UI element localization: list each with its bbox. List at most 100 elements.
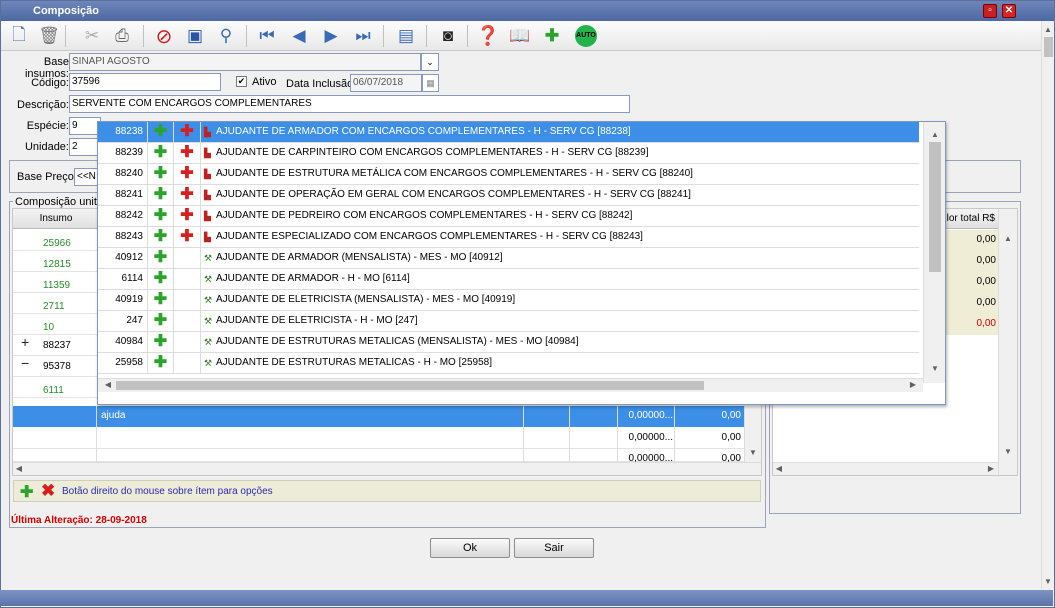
popup-row[interactable]: 88238 ✚ ✚ ▙ AJUDANTE DE ARMADOR COM ENCARGOS… [98, 122, 919, 143]
popup-row-description: AJUDANTE DE ARMADOR (MENSALISTA) - MES -… [216, 252, 503, 263]
popup-row-code: 247 [98, 311, 148, 331]
ok-button[interactable]: Ok [430, 538, 510, 558]
print-icon[interactable]: ⎙ [109, 23, 135, 49]
add-icon[interactable]: ✚ [148, 332, 174, 352]
collapse-icon[interactable]: − [21, 353, 29, 373]
popup-row[interactable]: 88239 ✚ ✚ ▙ AJUDANTE DE CARPINTEIRO COM ENCA… [98, 143, 919, 164]
popup-row-description: AJUDANTE DE PEDREIRO COM ENCARGOS COMPLE… [216, 210, 633, 221]
composition-icon [174, 353, 201, 373]
popup-row[interactable]: 88241 ✚ ✚ ▙ AJUDANTE DE OPERAÇÃO EM GERAL CO… [98, 185, 919, 206]
previous-icon[interactable]: ◀ [286, 23, 312, 49]
popup-vscroll[interactable]: ▲ ▼ [923, 122, 945, 383]
insumo-row[interactable]: 25966 [13, 230, 99, 251]
cancel-icon[interactable]: ⊘ [151, 23, 177, 49]
calendar-icon[interactable]: ▦ [422, 74, 439, 92]
popup-row[interactable]: 6114 ✚ ⚒ AJUDANTE DE ARMADOR - H - MO [6114… [98, 269, 919, 290]
add-package-icon[interactable]: ✚ [539, 23, 565, 49]
minimize-icon[interactable]: ▫ [983, 4, 997, 18]
run-icon[interactable]: ✂ [79, 23, 105, 49]
hint-text: Botão direito do mouse sobre ítem para o… [62, 486, 273, 497]
popup-row-code: 88242 [98, 206, 148, 226]
add-icon[interactable]: ✚ [148, 185, 174, 205]
book-icon[interactable]: 📖 [507, 23, 533, 49]
popup-row[interactable]: 40912 ✚ ⚒ AJUDANTE DE ARMADOR (MENSALISTA) … [98, 248, 919, 269]
remove-icon[interactable]: ✖ [41, 481, 55, 501]
grid-hscroll[interactable]: ◀ [13, 462, 761, 475]
composition-icon: ✚ [174, 227, 201, 247]
add-icon[interactable]: ✚ [148, 248, 174, 268]
insumo-row[interactable]: 12815 [13, 251, 99, 272]
add-icon[interactable]: ✚ [148, 290, 174, 310]
add-icon[interactable]: ✚ [148, 122, 174, 142]
popup-hscroll[interactable]: ◀ ▶ [98, 378, 923, 392]
right-hscroll[interactable]: ◀ ▶ [773, 462, 998, 475]
ativo-checkbox[interactable]: ✔ [236, 76, 247, 87]
composition-type-icon: ▙ [204, 232, 211, 242]
window-vscroll[interactable]: ▲ ▼ [1041, 21, 1054, 589]
selected-row-qty: 0,00000... [628, 410, 673, 421]
add-icon[interactable]: ✚ [148, 206, 174, 226]
insumo-row[interactable]: 6111 [13, 377, 99, 398]
help-icon[interactable]: ❓ [475, 23, 501, 49]
window-titlebar: Composição ▫ ✕ [1, 1, 1054, 21]
insumo-row[interactable]: − 95378 [13, 353, 99, 377]
calculator-icon[interactable]: ▤ [393, 23, 419, 49]
popup-row-code: 88240 [98, 164, 148, 184]
add-icon[interactable]: ✚ [20, 482, 33, 502]
insumo-row[interactable]: 11359 [13, 272, 99, 293]
popup-row[interactable]: 88242 ✚ ✚ ▙ AJUDANTE DE PEDREIRO COM ENCARGO… [98, 206, 919, 227]
composition-type-icon: ▙ [204, 190, 211, 200]
insumo-row[interactable]: 2711 [13, 293, 99, 314]
composition-type-icon: ▙ [204, 127, 211, 137]
insumo-code: 6111 [43, 385, 64, 396]
popup-row[interactable]: 40919 ✚ ⚒ AJUDANTE DE ELETRICISTA (MENSALIS… [98, 290, 919, 311]
expand-icon[interactable]: + [21, 332, 29, 352]
auto-icon[interactable]: AUTO [573, 23, 599, 49]
chevron-down-icon[interactable]: ⌄ [421, 53, 439, 71]
popup-row[interactable]: 88240 ✚ ✚ ▙ AJUDANTE DE ESTRUTURA METÁLICA C… [98, 164, 919, 185]
add-icon[interactable]: ✚ [148, 269, 174, 289]
close-icon[interactable]: ✕ [1002, 4, 1016, 18]
add-icon[interactable]: ✚ [148, 227, 174, 247]
camera-icon[interactable]: ◙ [435, 23, 461, 49]
right-vscroll[interactable]: ▲ ▼ [998, 209, 1017, 475]
popup-row-description: AJUDANTE ESPECIALIZADO COM ENCARGOS COMP… [216, 231, 643, 242]
trash-icon[interactable]: 🗑 [36, 23, 62, 49]
worker-icon: ⚒ [204, 358, 213, 368]
add-icon[interactable]: ✚ [148, 164, 174, 184]
sair-button[interactable]: Sair [514, 538, 594, 558]
popup-row-code: 88241 [98, 185, 148, 205]
last-icon[interactable]: ⏭ [350, 23, 376, 49]
grid-vscroll[interactable]: ▼ [744, 406, 761, 462]
descricao-input[interactable]: SERVENTE COM ENCARGOS COMPLEMENTARES [69, 95, 630, 113]
row-value: 0,00 [721, 453, 741, 462]
composition-icon [174, 248, 201, 268]
popup-row-code: 40912 [98, 248, 148, 268]
search-icon[interactable]: ⚲ [213, 23, 239, 49]
save-icon[interactable]: ▣ [182, 23, 208, 49]
selected-row-text: ajuda [101, 410, 126, 421]
composition-icon: ✚ [174, 206, 201, 226]
next-icon[interactable]: ▶ [318, 23, 344, 49]
unidade-label: Unidade: [24, 141, 69, 153]
composition-type-icon: ▙ [204, 211, 211, 221]
row-qty: 0,00000... [628, 432, 673, 443]
popup-row-description: AJUDANTE DE ELETRICISTA (MENSALISTA) - M… [216, 294, 516, 305]
codigo-input[interactable]: 37596 [69, 73, 221, 91]
ativo-label: Ativo [252, 76, 277, 88]
new-document-icon[interactable]: 🗋 [6, 23, 32, 49]
add-icon[interactable]: ✚ [148, 311, 174, 331]
worker-icon: ⚒ [204, 253, 213, 263]
popup-row[interactable]: 25958 ✚ ⚒ AJUDANTE DE ESTRUTURAS METALICAS … [98, 353, 919, 374]
add-icon[interactable]: ✚ [148, 353, 174, 373]
composition-icon: ✚ [174, 122, 201, 142]
popup-row[interactable]: 88243 ✚ ✚ ▙ AJUDANTE ESPECIALIZADO COM ENCAR… [98, 227, 919, 248]
first-icon[interactable]: ⏮ [254, 23, 280, 49]
add-icon[interactable]: ✚ [148, 143, 174, 163]
base-insumos-select[interactable]: SINAPI AGOSTO [69, 53, 421, 71]
popup-row[interactable]: 40984 ✚ ⚒ AJUDANTE DE ESTRUTURAS METALICAS … [98, 332, 919, 353]
popup-row[interactable]: 247 ✚ ⚒ AJUDANTE DE ELETRICISTA - H - MO [2… [98, 311, 919, 332]
window-title: Composição [33, 5, 100, 17]
data-inclusao-input[interactable]: 06/07/2018 [350, 74, 422, 92]
composition-icon: ✚ [174, 185, 201, 205]
